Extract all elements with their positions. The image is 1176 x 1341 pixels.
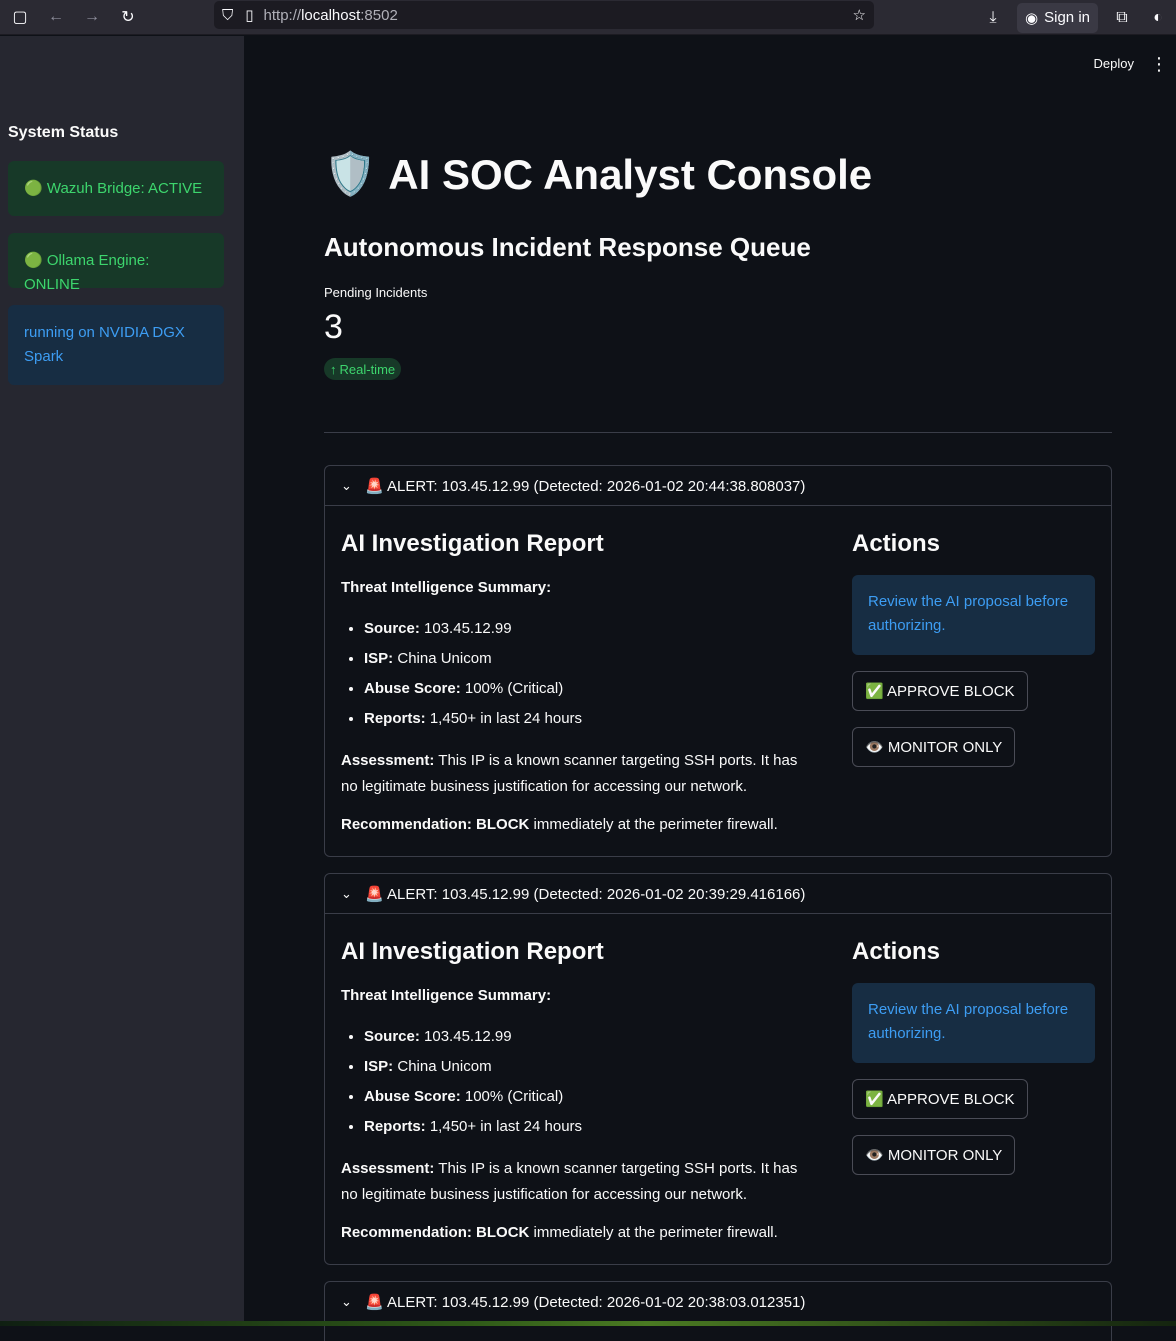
shield-icon: 🛡️ — [324, 150, 377, 197]
recommendation: Recommendation: BLOCK immediately at the… — [341, 816, 778, 833]
threat-intel-list: Source: 103.45.12.99 ISP: China Unicom A… — [364, 1028, 582, 1148]
review-info-box: Review the AI proposal before authorizin… — [852, 575, 1095, 655]
list-item: Source: 103.45.12.99 — [364, 1028, 582, 1058]
approve-block-button[interactable]: ✅ APPROVE BLOCK — [852, 1079, 1028, 1119]
status-hardware: running on NVIDIA DGX Spark — [8, 305, 224, 385]
shield-icon: ⛉ — [222, 6, 234, 24]
list-item: Abuse Score: 100% (Critical) — [364, 680, 582, 710]
chevron-down-icon: ⌄ — [341, 477, 352, 493]
page-icon: ▯ — [245, 7, 254, 24]
sign-in-button[interactable]: ◉ Sign in — [1017, 2, 1098, 33]
sidebar-title: System Status — [8, 124, 119, 141]
alert-expander: ⌄ 🚨 ALERT: 103.45.12.99 (Detected: 2026-… — [324, 465, 1112, 857]
actions-heading: Actions — [852, 938, 941, 965]
deploy-button[interactable]: Deploy — [1094, 56, 1134, 71]
actions-heading: Actions — [852, 530, 941, 557]
arrow-up-icon: ↑ — [330, 361, 337, 377]
back-button[interactable]: ← — [38, 3, 74, 31]
list-item: Reports: 1,450+ in last 24 hours — [364, 1118, 582, 1148]
list-item: Abuse Score: 100% (Critical) — [364, 1088, 582, 1118]
status-wazuh-bridge: 🟢 Wazuh Bridge: ACTIVE — [8, 161, 224, 216]
alert-title: 🚨 ALERT: 103.45.12.99 (Detected: 2026-01… — [365, 1293, 806, 1311]
alert-expander: ⌄ 🚨 ALERT: 103.45.12.99 (Detected: 2026-… — [324, 1281, 1112, 1341]
list-item: Reports: 1,450+ in last 24 hours — [364, 710, 582, 740]
threat-intel-label: Threat Intelligence Summary: — [341, 579, 552, 596]
chevron-down-icon: ⌄ — [341, 885, 352, 901]
page-subtitle: Autonomous Incident Response Queue — [324, 232, 811, 262]
alert-expander-header[interactable]: ⌄ 🚨 ALERT: 103.45.12.99 (Detected: 2026-… — [325, 1282, 1111, 1322]
extensions-icon[interactable]: ⧉ — [1104, 4, 1140, 32]
sidebar: System Status 🟢 Wazuh Bridge: ACTIVE 🟢 O… — [0, 36, 244, 1326]
url-bar[interactable]: ⛉ ▯ http://localhost:8502 ☆ — [214, 1, 874, 29]
account-icon: ◉ — [1025, 9, 1039, 27]
alert-expander-header[interactable]: ⌄ 🚨 ALERT: 103.45.12.99 (Detected: 2026-… — [325, 466, 1111, 506]
assessment: Assessment: This IP is a known scanner t… — [341, 752, 798, 795]
metric-delta-label: Real-time — [339, 361, 396, 377]
desktop-wallpaper-strip — [0, 1321, 1176, 1326]
metric-value: 3 — [324, 308, 343, 346]
threat-intel-list: Source: 103.45.12.99 ISP: China Unicom A… — [364, 620, 582, 740]
list-item: Source: 103.45.12.99 — [364, 620, 582, 650]
list-item: ISP: China Unicom — [364, 650, 582, 680]
list-item: ISP: China Unicom — [364, 1058, 582, 1088]
alert-expander-header[interactable]: ⌄ 🚨 ALERT: 103.45.12.99 (Detected: 2026-… — [325, 874, 1111, 914]
page-title-text: AI SOC Analyst Console — [388, 150, 873, 198]
review-info-box: Review the AI proposal before authorizin… — [852, 983, 1095, 1063]
status-ollama-engine: 🟢 Ollama Engine: ONLINE — [8, 233, 224, 293]
monitor-only-button[interactable]: 👁️ MONITOR ONLY — [852, 727, 1016, 767]
download-icon[interactable]: ⤓ — [975, 4, 1011, 32]
report-heading: AI Investigation Report — [341, 938, 604, 965]
recommendation: Recommendation: BLOCK immediately at the… — [341, 1224, 778, 1241]
alert-expander: ⌄ 🚨 ALERT: 103.45.12.99 (Detected: 2026-… — [324, 873, 1112, 1265]
private-mask-icon[interactable]: ◐ — [1140, 4, 1176, 32]
bookmark-star-icon[interactable]: ☆ — [853, 6, 866, 24]
page-title: 🛡️ AI SOC Analyst Console — [324, 150, 872, 199]
alert-title: 🚨 ALERT: 103.45.12.99 (Detected: 2026-01… — [365, 477, 806, 495]
url-text: http://localhost:8502 — [263, 6, 398, 24]
metric-delta: ↑ Real-time — [324, 358, 402, 380]
reload-button[interactable]: ↻ — [110, 3, 146, 31]
monitor-only-button[interactable]: 👁️ MONITOR ONLY — [852, 1135, 1016, 1175]
divider — [324, 432, 1112, 433]
metric-label: Pending Incidents — [324, 285, 428, 300]
report-heading: AI Investigation Report — [341, 530, 604, 557]
browser-toolbar: ▢ ← → ↻ ⛉ ▯ http://localhost:8502 ☆ ⤓ ◉ … — [0, 0, 1176, 35]
assessment: Assessment: This IP is a known scanner t… — [341, 1160, 798, 1203]
main-menu-icon[interactable]: ⋮ — [1150, 54, 1168, 75]
forward-button[interactable]: → — [74, 3, 110, 31]
sidebar-toggle-icon[interactable]: ▢ — [2, 3, 38, 31]
threat-intel-label: Threat Intelligence Summary: — [341, 987, 552, 1004]
chevron-down-icon: ⌄ — [341, 1293, 352, 1309]
sign-in-label: Sign in — [1044, 9, 1090, 26]
alert-title: 🚨 ALERT: 103.45.12.99 (Detected: 2026-01… — [365, 885, 806, 903]
approve-block-button[interactable]: ✅ APPROVE BLOCK — [852, 671, 1028, 711]
